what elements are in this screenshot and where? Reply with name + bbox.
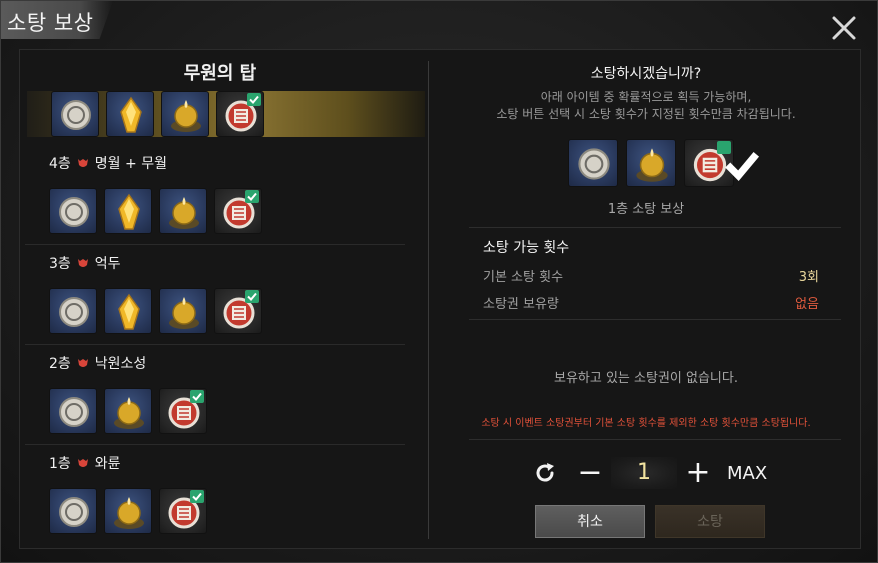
sweep-button[interactable]: 소탕 — [655, 505, 765, 538]
divider — [469, 319, 841, 320]
check-icon — [247, 93, 261, 106]
divider — [469, 439, 841, 440]
check-icon — [190, 390, 204, 403]
sweep-ticket-icon[interactable] — [684, 139, 760, 187]
panel-divider — [428, 61, 429, 539]
check-icon — [190, 490, 204, 503]
sweep-count-title: 소탕 가능 횟수 — [483, 240, 570, 256]
gold-orb-icon[interactable] — [159, 188, 207, 234]
coin-icon[interactable] — [49, 388, 97, 434]
coin-icon[interactable] — [49, 488, 97, 534]
gold-orb-icon[interactable] — [104, 388, 152, 434]
sweep-ticket-icon[interactable] — [214, 288, 262, 334]
floor-row-top — [27, 91, 425, 145]
floor-label: 1층 와륜 — [49, 453, 121, 473]
coin-icon[interactable] — [49, 288, 97, 334]
reward-items — [49, 388, 207, 434]
warning-message: 소탕 시 이벤트 소탕권부터 기본 소탕 횟수를 제외한 소탕 횟수만큼 소탕됩… — [481, 418, 811, 429]
basic-sweep-value: 3회 — [798, 270, 819, 285]
boss-icon — [77, 259, 88, 267]
gold-orb-icon[interactable] — [104, 488, 152, 534]
gold-orb-icon[interactable] — [161, 91, 209, 137]
boss-icon — [77, 359, 88, 367]
ticket-owned-row: 소탕권 보유량 없음 — [483, 293, 819, 312]
floor-reward-panel: 무원의 탑 4층 명월 + 무월 3층 억두 2층 낙원소성 1층 와륜 — [25, 51, 425, 541]
sweep-reward-dialog: 소탕 보상 무원의 탑 4층 명월 + 무월 3층 억두 2층 낙원소성 1층 … — [0, 0, 878, 563]
tower-title: 무원의 탑 — [183, 63, 257, 84]
reward-items — [51, 91, 264, 137]
coin-icon[interactable] — [51, 91, 99, 137]
gold-crystal-icon[interactable] — [104, 288, 152, 334]
floor-row-2[interactable]: 2층 낙원소성 — [25, 345, 405, 445]
cancel-button[interactable]: 취소 — [535, 505, 645, 538]
coin-icon[interactable] — [49, 188, 97, 234]
sweep-confirm-panel: 소탕하시겠습니까? 아래 아이템 중 확률적으로 획득 가능하며, 소탕 버튼 … — [441, 51, 861, 541]
ticket-owned-label: 소탕권 보유량 — [483, 297, 559, 312]
close-icon[interactable] — [829, 13, 859, 43]
coin-icon[interactable] — [568, 139, 618, 187]
floor-list[interactable]: 4층 명월 + 무월 3층 억두 2층 낙원소성 1층 와륜 — [25, 91, 425, 541]
decrease-button[interactable]: − — [575, 456, 605, 490]
gold-orb-icon[interactable] — [626, 139, 676, 187]
max-button[interactable]: MAX — [727, 463, 767, 484]
boss-icon — [77, 459, 88, 467]
sweep-ticket-icon[interactable] — [159, 388, 207, 434]
basic-sweep-row: 기본 소탕 횟수 3회 — [483, 266, 819, 285]
quantity-stepper: − 1 + MAX — [533, 456, 767, 490]
check-icon — [245, 190, 259, 203]
confirm-question: 소탕하시겠습니까? — [590, 66, 702, 82]
reward-label: 1층 소탕 보상 — [607, 202, 685, 217]
floor-label: 3층 억두 — [49, 253, 121, 273]
check-icon — [717, 141, 760, 182]
floor-row-4[interactable]: 4층 명월 + 무월 — [25, 145, 405, 245]
reward-items — [49, 288, 262, 334]
floor-label: 2층 낙원소성 — [49, 353, 146, 373]
gold-orb-icon[interactable] — [159, 288, 207, 334]
boss-name: 명월 + 무월 — [94, 156, 167, 172]
boss-name: 와륜 — [94, 456, 121, 472]
boss-name: 억두 — [94, 256, 121, 272]
gold-crystal-icon[interactable] — [106, 91, 154, 137]
floor-row-1[interactable]: 1층 와륜 — [25, 445, 405, 541]
confirm-description: 아래 아이템 중 확률적으로 획득 가능하며, 소탕 버튼 선택 시 소탕 횟수… — [496, 90, 796, 121]
selected-reward-items — [568, 139, 760, 187]
sweep-ticket-icon[interactable] — [216, 91, 264, 137]
dialog-title: 소탕 보상 — [7, 11, 94, 35]
refresh-icon[interactable] — [533, 461, 557, 485]
boss-name: 낙원소성 — [94, 356, 147, 372]
gold-crystal-icon[interactable] — [104, 188, 152, 234]
reward-items — [49, 188, 262, 234]
reward-items — [49, 488, 207, 534]
ticket-owned-value: 없음 — [795, 297, 819, 312]
no-ticket-message: 보유하고 있는 소탕권이 없습니다. — [554, 371, 738, 386]
quantity-value[interactable]: 1 — [611, 457, 677, 489]
basic-sweep-label: 기본 소탕 횟수 — [483, 270, 564, 285]
sweep-ticket-icon[interactable] — [214, 188, 262, 234]
sweep-ticket-icon[interactable] — [159, 488, 207, 534]
floor-row-3[interactable]: 3층 억두 — [25, 245, 405, 345]
floor-label: 4층 명월 + 무월 — [49, 153, 167, 173]
check-icon — [245, 290, 259, 303]
increase-button[interactable]: + — [683, 456, 713, 490]
boss-icon — [77, 159, 88, 167]
divider — [469, 227, 841, 228]
